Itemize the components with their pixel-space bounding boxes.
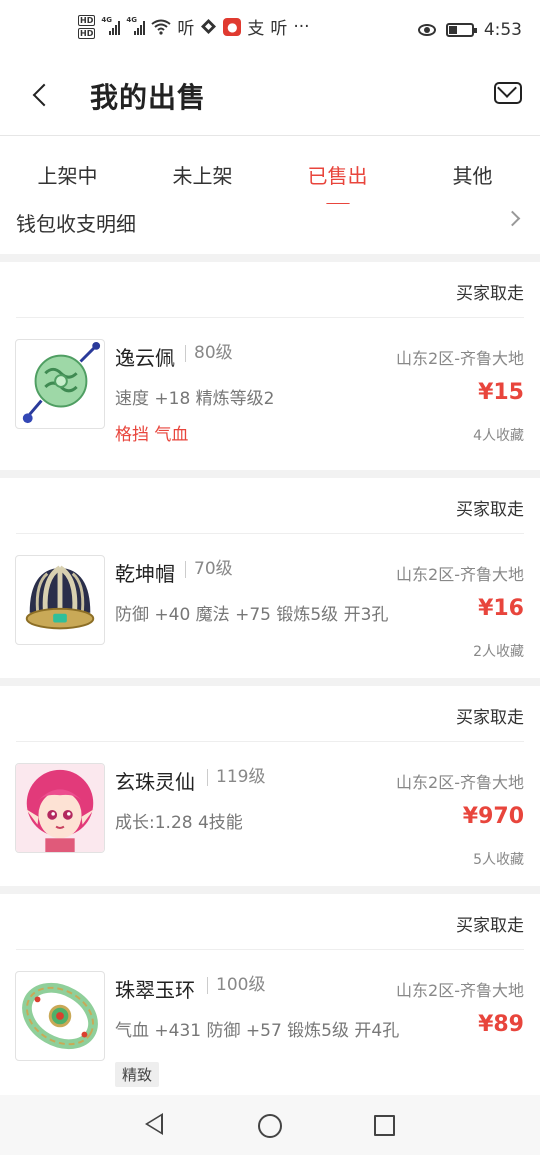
eye-icon xyxy=(417,24,436,36)
item-attributes: 防御 +40 魔法 +75 锻炼5级 开3孔 xyxy=(115,605,389,625)
item-price: ¥16 xyxy=(478,596,524,621)
item-name: 玄珠灵仙 xyxy=(115,770,195,794)
alipay-icon: 支 xyxy=(247,19,265,39)
hd-icon: HD HD xyxy=(78,14,96,39)
wallet-details-row[interactable]: 钱包收支明细 xyxy=(0,204,540,254)
delivery-status: 买家取走 xyxy=(456,500,524,520)
status-left-icons: HD HD 4G 4G 听 ● 支 听 ··· xyxy=(78,14,310,39)
mic-app-icon: ● xyxy=(223,17,242,36)
tab-bar: 上架中 未上架 已售出 其他 xyxy=(0,136,540,208)
delivery-status: 买家取走 xyxy=(456,708,524,728)
item-level: 70级 xyxy=(185,561,233,578)
item-server: 山东2区-齐鲁大地 xyxy=(396,349,524,368)
app-header: 我的出售 xyxy=(0,62,540,136)
nav-home-icon[interactable] xyxy=(258,1114,282,1138)
tab-other[interactable]: 其他 xyxy=(405,136,540,208)
helmet-icon xyxy=(15,555,105,645)
item-level: 119级 xyxy=(207,769,265,786)
hd2-label: HD xyxy=(78,27,96,39)
diamond-app-icon xyxy=(201,19,217,34)
tab-on-shelf[interactable]: 上架中 xyxy=(0,136,135,208)
clock: 4:53 xyxy=(483,20,522,40)
app-ting-icon-2: 听 xyxy=(270,19,288,39)
back-button[interactable] xyxy=(24,79,58,113)
chevron-right-icon xyxy=(504,210,521,227)
quality-tag: 精致 xyxy=(115,1062,160,1087)
favorite-count: 4人收藏 xyxy=(473,428,524,444)
card-divider xyxy=(16,949,524,950)
app-ting-icon: 听 xyxy=(177,19,195,39)
wallet-details-label: 钱包收支明细 xyxy=(16,212,136,236)
jade-ring-icon xyxy=(15,971,105,1061)
jade-pendant-icon xyxy=(15,339,105,429)
sold-item-card[interactable]: 买家取走 乾坤帽 70级 山东2区-齐鲁大地 防御 +40 魔法 +75 锻炼5… xyxy=(0,478,540,678)
page-title: 我的出售 xyxy=(90,81,207,114)
system-nav-bar xyxy=(0,1095,540,1155)
battery-icon xyxy=(445,23,477,37)
card-divider xyxy=(16,741,524,742)
item-price: ¥970 xyxy=(462,804,524,829)
tab-sold[interactable]: 已售出 xyxy=(270,136,405,208)
sold-item-card[interactable]: 买家取走 逸云佩 80级 山东2区-齐鲁大地 速度 +18 精炼等级2 ¥15 … xyxy=(0,262,540,470)
item-level: 80级 xyxy=(185,345,233,362)
item-name: 乾坤帽 xyxy=(115,562,175,586)
divider-band xyxy=(0,886,540,894)
favorite-count: 5人收藏 xyxy=(473,852,524,868)
signal-icon-2: 4G xyxy=(126,15,146,35)
item-price: ¥89 xyxy=(478,1012,524,1037)
status-bar: HD HD 4G 4G 听 ● 支 听 ··· 4:53 xyxy=(0,0,540,62)
net1-label: 4G xyxy=(101,15,112,24)
item-attributes: 成长:1.28 4技能 xyxy=(115,813,243,833)
item-name: 逸云佩 xyxy=(115,346,175,370)
sold-item-card[interactable]: 买家取走 玄珠灵仙 119级 山东2区-齐鲁大地 成长:1.28 4技能 ¥97… xyxy=(0,686,540,886)
mail-icon[interactable] xyxy=(494,82,522,104)
divider-band xyxy=(0,470,540,478)
delivery-status: 买家取走 xyxy=(456,284,524,304)
favorite-count: 2人收藏 xyxy=(473,644,524,660)
card-divider xyxy=(16,533,524,534)
item-name: 珠翠玉环 xyxy=(115,978,195,1002)
divider-band xyxy=(0,254,540,262)
tab-off-shelf[interactable]: 未上架 xyxy=(135,136,270,208)
sold-item-card[interactable]: 买家取走 珠翠玉环 100级 山东2区-齐鲁大地 气血 +431 防御 +57 … xyxy=(0,894,540,1095)
net2-label: 4G xyxy=(126,15,137,24)
item-server: 山东2区-齐鲁大地 xyxy=(396,773,524,792)
more-icon: ··· xyxy=(293,16,310,37)
item-level: 100级 xyxy=(207,977,265,994)
nav-back-icon[interactable] xyxy=(145,1113,163,1135)
item-attributes: 气血 +431 防御 +57 锻炼5级 开4孔 xyxy=(115,1021,400,1041)
delivery-status: 买家取走 xyxy=(456,916,524,936)
divider-band xyxy=(0,678,540,686)
item-server: 山东2区-齐鲁大地 xyxy=(396,565,524,584)
item-price: ¥15 xyxy=(478,380,524,405)
wifi-icon xyxy=(151,19,171,35)
battery-fill xyxy=(448,26,457,34)
status-right-icons: 4:53 xyxy=(417,20,522,40)
item-special-tags: 格挡 气血 xyxy=(115,425,189,445)
signal-icon: 4G xyxy=(101,15,121,35)
item-server: 山东2区-齐鲁大地 xyxy=(396,981,524,1000)
fairy-pet-icon xyxy=(15,763,105,853)
item-attributes: 速度 +18 精炼等级2 xyxy=(115,389,275,409)
card-divider xyxy=(16,317,524,318)
nav-recent-apps-icon[interactable] xyxy=(374,1115,395,1136)
hd1-label: HD xyxy=(78,14,96,26)
